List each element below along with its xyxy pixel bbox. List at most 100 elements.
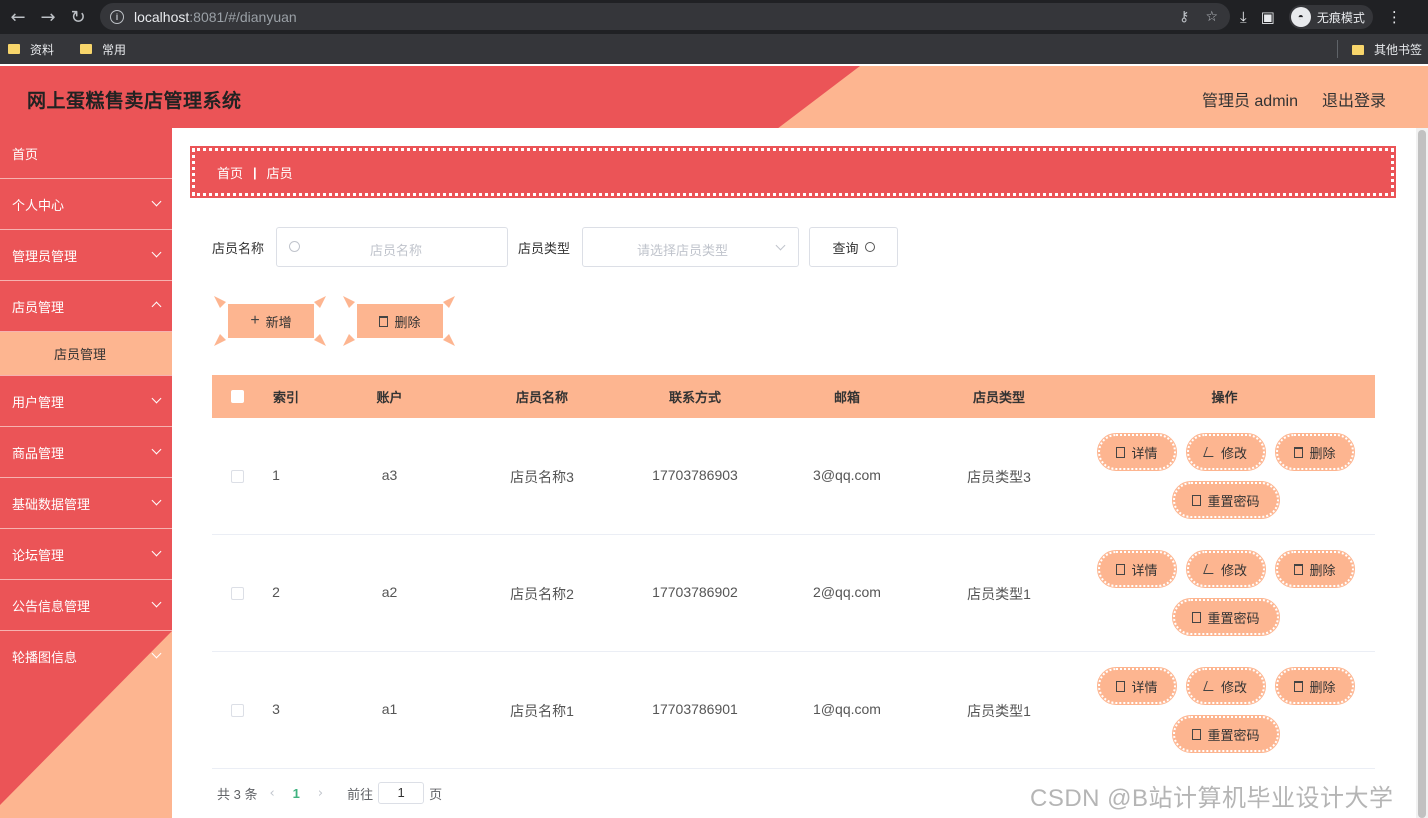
edit-icon [1203, 564, 1217, 574]
staff-table: 索引 账户 店员名称 联系方式 邮箱 店员类型 操作 1 a3 店员名称3 17… [212, 375, 1375, 769]
staff-type-select[interactable]: 请选择店员类型 [582, 227, 800, 267]
cell-email: 1@qq.com [813, 701, 881, 717]
sidepanel-icon[interactable]: ▣ [1261, 8, 1275, 26]
cell-type: 店员类型1 [967, 586, 1031, 602]
cell-index: 1 [272, 467, 280, 483]
delete-button[interactable]: 删除 [1275, 550, 1355, 588]
reload-icon[interactable]: ↻ [66, 5, 90, 29]
col-header-email: 邮箱 [833, 390, 860, 405]
sidebar-item-basic-data[interactable]: 基础数据管理 [0, 478, 172, 529]
bookmark-folder-other[interactable]: 其他书签 [1351, 41, 1422, 58]
watermark: CSDN @B站计算机毕业设计大学 [1030, 785, 1394, 812]
table-header: 索引 账户 店员名称 联系方式 邮箱 店员类型 操作 [212, 375, 1375, 418]
goto-page-input[interactable]: 1 [378, 782, 425, 804]
admin-label: 管理员 admin [1201, 93, 1298, 110]
chevron-down-icon [151, 597, 162, 608]
sidebar-item-staff-mgmt[interactable]: 店员管理 [0, 281, 172, 332]
chevron-down-icon [151, 495, 162, 506]
ribbon-corner [343, 334, 355, 346]
reset-password-button[interactable]: 重置密码 [1172, 481, 1280, 519]
total-count: 共 3 条 [217, 786, 258, 802]
detail-button[interactable]: 详情 [1097, 667, 1177, 705]
trash-icon [1294, 446, 1304, 458]
folder-icon [8, 44, 20, 54]
delete-button[interactable]: 删除 [1275, 667, 1355, 705]
sidebar-subitem-staff-mgmt[interactable]: 店员管理 [0, 332, 172, 376]
reset-password-button[interactable]: 重置密码 [1172, 715, 1280, 753]
sidebar-item-notice-mgmt[interactable]: 公告信息管理 [0, 580, 172, 631]
download-icon[interactable]: ⤓ [1240, 9, 1247, 26]
ribbon-corner [343, 296, 355, 308]
chevron-down-icon [151, 393, 162, 404]
detail-button[interactable]: 详情 [1097, 433, 1177, 471]
select-all-checkbox[interactable] [231, 390, 244, 403]
bookmark-folder-changyong[interactable]: 常用 [80, 41, 126, 58]
url-text[interactable]: localhost:8081/#/dianyuan [134, 9, 297, 25]
logout-link[interactable]: 退出登录 [1322, 87, 1386, 111]
cell-phone: 17703786901 [652, 701, 738, 717]
row-checkbox[interactable] [231, 587, 244, 600]
add-button[interactable]: + 新增 [228, 304, 314, 338]
browser-toolbar: ← → ↻ i localhost:8081/#/dianyuan ⚷ ☆ ⤓ … [0, 0, 1428, 34]
document-icon [1116, 563, 1126, 575]
next-page-icon[interactable]: › [318, 786, 323, 801]
edit-icon [1203, 447, 1217, 457]
detail-button[interactable]: 详情 [1097, 550, 1177, 588]
cell-account: a1 [381, 701, 398, 717]
cell-phone: 17703786903 [652, 467, 738, 483]
sidebar-item-user-mgmt[interactable]: 用户管理 [0, 376, 172, 427]
address-bar[interactable]: i localhost:8081/#/dianyuan ⚷ ☆ [100, 3, 1230, 30]
trash-icon [1294, 680, 1304, 692]
table-row: 2 a2 店员名称2 17703786902 2@qq.com 店员类型1 详情… [212, 535, 1375, 652]
cell-type: 店员类型3 [967, 469, 1031, 485]
reset-password-button[interactable]: 重置密码 [1172, 598, 1280, 636]
prev-page-icon[interactable]: ‹ [269, 786, 274, 801]
sidebar-item-carousel[interactable]: 轮播图信息 [0, 631, 172, 682]
staff-name-input[interactable]: 店员名称 [276, 227, 509, 267]
edit-button[interactable]: 修改 [1186, 433, 1266, 471]
incognito-badge[interactable]: ◓ 无痕模式 [1288, 5, 1373, 29]
goto-suffix: 页 [429, 786, 443, 802]
document-icon [1192, 611, 1202, 623]
bookmarks-bar: 资料 常用 其他书签 [0, 34, 1428, 64]
back-icon[interactable]: ← [6, 5, 30, 29]
page-number-current[interactable]: 1 [293, 786, 300, 801]
staff-type-label: 店员类型 [518, 240, 571, 256]
cell-account: a2 [381, 584, 398, 600]
batch-delete-button[interactable]: 删除 [357, 304, 443, 338]
incognito-icon: ◓ [1290, 7, 1311, 27]
chevron-down-icon [151, 546, 162, 557]
col-header-name: 店员名称 [515, 390, 568, 405]
forward-icon[interactable]: → [36, 5, 60, 29]
cell-phone: 17703786902 [652, 584, 738, 600]
col-header-index: 索引 [272, 390, 299, 405]
star-icon[interactable]: ☆ [1205, 8, 1218, 25]
cell-name: 店员名称1 [510, 703, 574, 719]
sidebar-item-forum-mgmt[interactable]: 论坛管理 [0, 529, 172, 580]
breadcrumb: 首页 | 店员 [190, 146, 1396, 198]
plus-icon: + [250, 312, 260, 329]
delete-button[interactable]: 删除 [1275, 433, 1355, 471]
query-button[interactable]: 查询 [809, 227, 899, 267]
bookmark-folder-ziliao[interactable]: 资料 [8, 41, 54, 58]
row-checkbox[interactable] [231, 470, 244, 483]
breadcrumb-home[interactable]: 首页 [217, 163, 243, 182]
sidebar-item-home[interactable]: 首页 [0, 128, 172, 179]
menu-icon[interactable]: ⋮ [1387, 8, 1402, 26]
key-icon[interactable]: ⚷ [1179, 8, 1189, 25]
chevron-up-icon [151, 301, 162, 312]
ribbon-corner [443, 296, 455, 308]
chevron-down-icon [151, 444, 162, 455]
cell-name: 店员名称2 [510, 586, 574, 602]
sidebar-item-admin-mgmt[interactable]: 管理员管理 [0, 230, 172, 281]
chevron-down-icon [151, 196, 162, 207]
info-icon[interactable]: i [110, 9, 124, 24]
edit-button[interactable]: 修改 [1186, 667, 1266, 705]
sidebar-item-goods-mgmt[interactable]: 商品管理 [0, 427, 172, 478]
scrollbar-thumb[interactable] [1418, 130, 1426, 818]
row-checkbox[interactable] [231, 704, 244, 717]
sidebar-item-personal-center[interactable]: 个人中心 [0, 179, 172, 230]
breadcrumb-separator: | [253, 164, 257, 180]
bookmarks-divider [1337, 40, 1338, 58]
edit-button[interactable]: 修改 [1186, 550, 1266, 588]
